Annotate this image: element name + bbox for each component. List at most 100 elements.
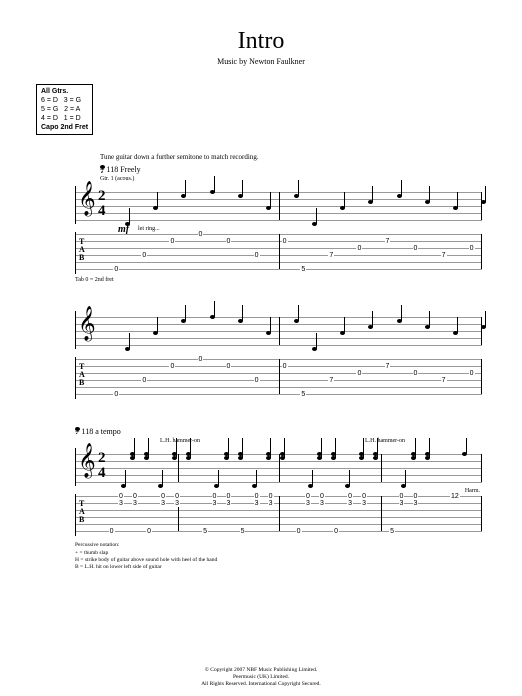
fret-number: 3	[305, 500, 311, 507]
fret-number: 0	[399, 493, 405, 500]
fret-number: 3	[347, 500, 353, 507]
tab-label: TAB	[79, 238, 86, 262]
tab-label: TAB	[79, 363, 86, 387]
tuning-instruction: Tune guitar down a further semitone to m…	[100, 153, 492, 161]
fret-number: 0	[347, 493, 353, 500]
notes-area	[116, 186, 482, 224]
fret-number: 7	[328, 252, 334, 259]
fret-number: 0	[198, 231, 204, 238]
notation-staff: 𝄞 2 4 mf let ring...	[75, 186, 482, 224]
notes-area	[116, 448, 482, 486]
tablature-staff: TAB 00000005707070	[75, 232, 482, 274]
tablature-staff: TAB 030300303053030530300303003030530301…	[75, 494, 482, 536]
fret-number: 3	[399, 500, 405, 507]
notation-staff: 𝄞 2 4 Harm.	[75, 448, 482, 486]
guitar-label: Gtr. 1 (acous.)	[100, 176, 492, 182]
notation-staff: 𝄞	[75, 311, 482, 349]
fret-number: 3	[319, 500, 325, 507]
composer-credit: Music by Newton Faulkner	[30, 57, 492, 66]
fret-number: 0	[356, 370, 362, 377]
treble-clef-icon: 𝄞	[78, 309, 96, 339]
fret-number: 7	[441, 377, 447, 384]
lh-hammer-1: L.H. hammer-on	[160, 438, 200, 444]
treble-clef-icon: 𝄞	[78, 446, 96, 476]
fret-number: 3	[226, 500, 232, 507]
time-signature: 2 4	[98, 189, 106, 218]
fret-number: 0	[109, 528, 115, 535]
music-system-1: 𝄞 2 4 mf let ring... TAB 00000005707070	[75, 186, 482, 274]
fret-number: 0	[254, 377, 260, 384]
copyright-line: © Copyright 2007 NBF Music Publishing Li…	[0, 667, 522, 674]
fret-number: 0	[413, 245, 419, 252]
fret-number: 0	[319, 493, 325, 500]
fret-number: 3	[254, 500, 260, 507]
perc-line: B = L.H. hit on lower left side of guita…	[75, 564, 492, 571]
time-sig-bottom: 4	[98, 466, 106, 480]
fret-number: 3	[132, 500, 138, 507]
copyright-line: All Rights Reserved. International Copyr…	[0, 681, 522, 688]
capo-line: Capo 2nd Fret	[41, 123, 88, 132]
fret-number: 0	[198, 356, 204, 363]
fret-number: 0	[413, 493, 419, 500]
fret-number: 0	[226, 363, 232, 370]
fret-number: 5	[240, 528, 246, 535]
treble-clef-icon: 𝄞	[78, 184, 96, 214]
time-sig-top: 2	[98, 451, 106, 465]
fret-number: 3	[212, 500, 218, 507]
perc-line: H = strike body of guitar above sound ho…	[75, 557, 492, 564]
fret-number: 0	[413, 370, 419, 377]
quarter-note-icon: ♩	[100, 165, 105, 169]
fret-number: 0	[146, 528, 152, 535]
tuning-row: 5 = G 2 = A	[41, 105, 88, 114]
lh-hammer-2: L.H. hammer-on	[365, 438, 405, 444]
tab-label: TAB	[79, 500, 86, 524]
tablature-staff: TAB 00000005707070	[75, 357, 482, 399]
tuning-box: All Gtrs. 6 = D 3 = G 5 = G 2 = A 4 = D …	[36, 84, 93, 135]
fret-number: 0	[118, 493, 124, 500]
perc-line: + = thumb slap	[75, 550, 492, 557]
tuning-row: 4 = D 1 = D	[41, 114, 88, 123]
time-signature: 2 4	[98, 451, 106, 480]
fret-number: 0	[113, 391, 119, 398]
tempo-2: ♩ = 118 a tempo	[75, 427, 492, 436]
fret-number: 0	[141, 252, 147, 259]
tab-zero-note: Tab 0 = 2nd fret	[75, 277, 492, 283]
fret-number: 0	[226, 493, 232, 500]
fret-number: 0	[174, 493, 180, 500]
fret-number: 0	[254, 252, 260, 259]
fret-number: 5	[389, 528, 395, 535]
tuning-row: 6 = D 3 = G	[41, 96, 88, 105]
fret-number: 0	[141, 377, 147, 384]
fret-number: 12	[450, 493, 460, 500]
fret-number: 3	[174, 500, 180, 507]
fret-number: 0	[113, 266, 119, 273]
fret-number: 0	[469, 245, 475, 252]
notes-area	[116, 311, 482, 349]
fret-number: 7	[385, 238, 391, 245]
fret-number: 0	[268, 493, 274, 500]
fret-number: 3	[268, 500, 274, 507]
fret-number: 0	[212, 493, 218, 500]
fret-number: 3	[413, 500, 419, 507]
fret-number: 3	[361, 500, 367, 507]
perc-title: Percussive notation:	[75, 542, 492, 549]
quarter-note-icon: ♩	[75, 427, 80, 431]
tempo-1: ♩ = 118 Freely	[100, 165, 492, 174]
fret-number: 3	[118, 500, 124, 507]
fret-number: 0	[254, 493, 260, 500]
fret-number: 0	[361, 493, 367, 500]
fret-number: 3	[160, 500, 166, 507]
music-system-3: 𝄞 2 4 Harm. TAB 030300303053030530300303…	[75, 448, 482, 536]
fret-number: 7	[328, 377, 334, 384]
fret-number: 5	[300, 391, 306, 398]
fret-number: 0	[169, 363, 175, 370]
fret-number: 0	[469, 370, 475, 377]
music-system-2: 𝄞 TAB 00000005707070	[75, 311, 482, 399]
time-sig-bottom: 4	[98, 204, 106, 218]
percussive-legend: Percussive notation: + = thumb slap H = …	[75, 542, 492, 571]
fret-number: 0	[333, 528, 339, 535]
copyright-notice: © Copyright 2007 NBF Music Publishing Li…	[0, 667, 522, 688]
fret-number: 0	[169, 238, 175, 245]
fret-number: 0	[160, 493, 166, 500]
time-sig-top: 2	[98, 189, 106, 203]
